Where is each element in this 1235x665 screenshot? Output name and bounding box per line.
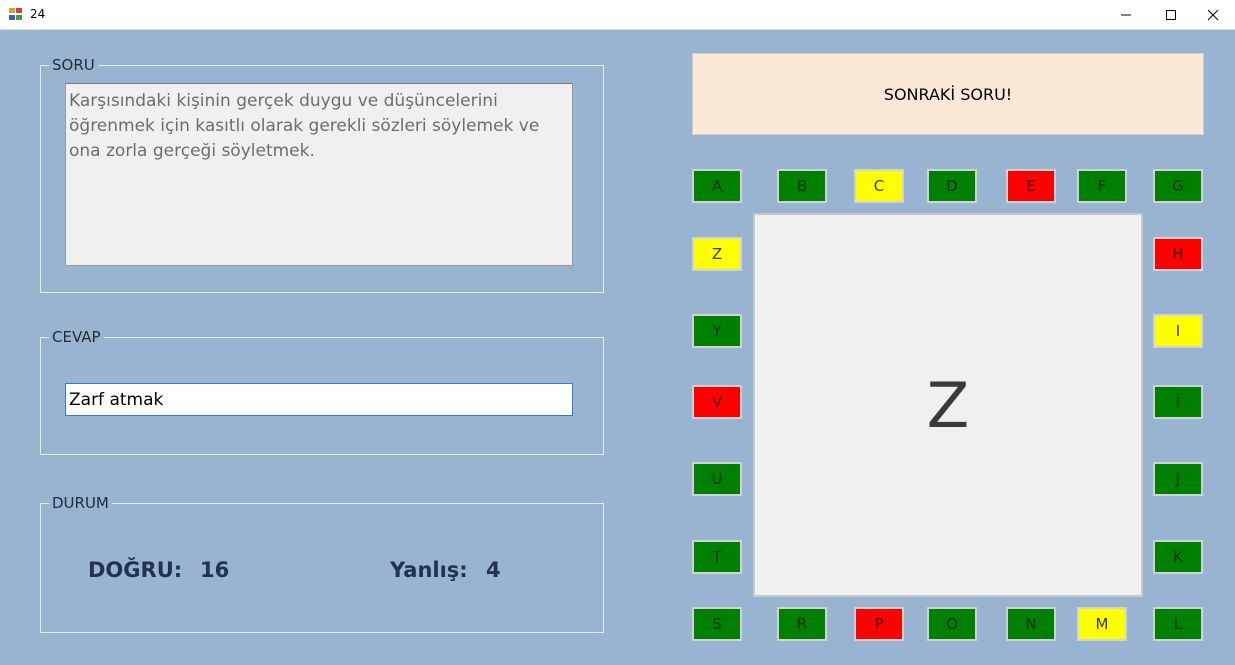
- letter-tile-m[interactable]: M: [1077, 607, 1127, 641]
- correct-label: DOĞRU:: [88, 558, 183, 582]
- question-group-label: SORU: [49, 56, 98, 74]
- minimize-icon: [1120, 14, 1131, 15]
- letter-tile-t[interactable]: T: [692, 540, 742, 574]
- letter-tile-v[interactable]: V: [692, 385, 742, 419]
- letter-tile-o[interactable]: O: [927, 607, 977, 641]
- minimize-button[interactable]: [1103, 0, 1148, 29]
- wrong-count: 4: [486, 558, 501, 582]
- next-question-button[interactable]: SONRAKİ SORU!: [692, 53, 1204, 135]
- letter-tile-s[interactable]: S: [692, 607, 742, 641]
- letter-tile-r[interactable]: R: [777, 607, 827, 641]
- letter-tile-u[interactable]: U: [692, 462, 742, 496]
- letter-tile-n[interactable]: N: [1006, 607, 1056, 641]
- maximize-button[interactable]: [1148, 0, 1193, 29]
- letter-tile-p[interactable]: P: [854, 607, 904, 641]
- letter-tile-g[interactable]: G: [1153, 169, 1203, 203]
- letter-tile-j[interactable]: J: [1153, 462, 1203, 496]
- letter-tile-f[interactable]: F: [1077, 169, 1127, 203]
- letter-tile-k[interactable]: K: [1153, 540, 1203, 574]
- title-bar: 24: [0, 0, 1235, 30]
- letter-tile-l[interactable]: L: [1153, 607, 1203, 641]
- letter-tile-b[interactable]: B: [777, 169, 827, 203]
- question-textbox[interactable]: Karşısındaki kişinin gerçek duygu ve düş…: [65, 83, 573, 266]
- letter-tile-y[interactable]: Y: [692, 314, 742, 348]
- letter-tile-h[interactable]: H: [1153, 237, 1203, 271]
- current-letter-display: Z: [753, 213, 1143, 597]
- letter-tile-i[interactable]: I: [1153, 314, 1203, 348]
- close-icon: [1207, 9, 1218, 20]
- letter-tile-c[interactable]: C: [854, 169, 904, 203]
- close-button[interactable]: [1190, 0, 1235, 29]
- letter-tile-e[interactable]: E: [1006, 169, 1056, 203]
- answer-group-label: CEVAP: [49, 328, 104, 346]
- correct-count: 16: [200, 558, 230, 582]
- window-title: 24: [30, 7, 46, 21]
- letter-tile-z[interactable]: Z: [692, 237, 742, 271]
- answer-input[interactable]: [65, 383, 573, 416]
- letter-tile-i-dotted[interactable]: İ: [1153, 385, 1203, 419]
- app-icon: [9, 8, 23, 21]
- maximize-icon: [1165, 9, 1176, 20]
- letter-tile-a[interactable]: A: [692, 169, 742, 203]
- status-group-label: DURUM: [49, 494, 112, 512]
- letter-tile-d[interactable]: D: [927, 169, 977, 203]
- wrong-label: Yanlış:: [390, 558, 468, 582]
